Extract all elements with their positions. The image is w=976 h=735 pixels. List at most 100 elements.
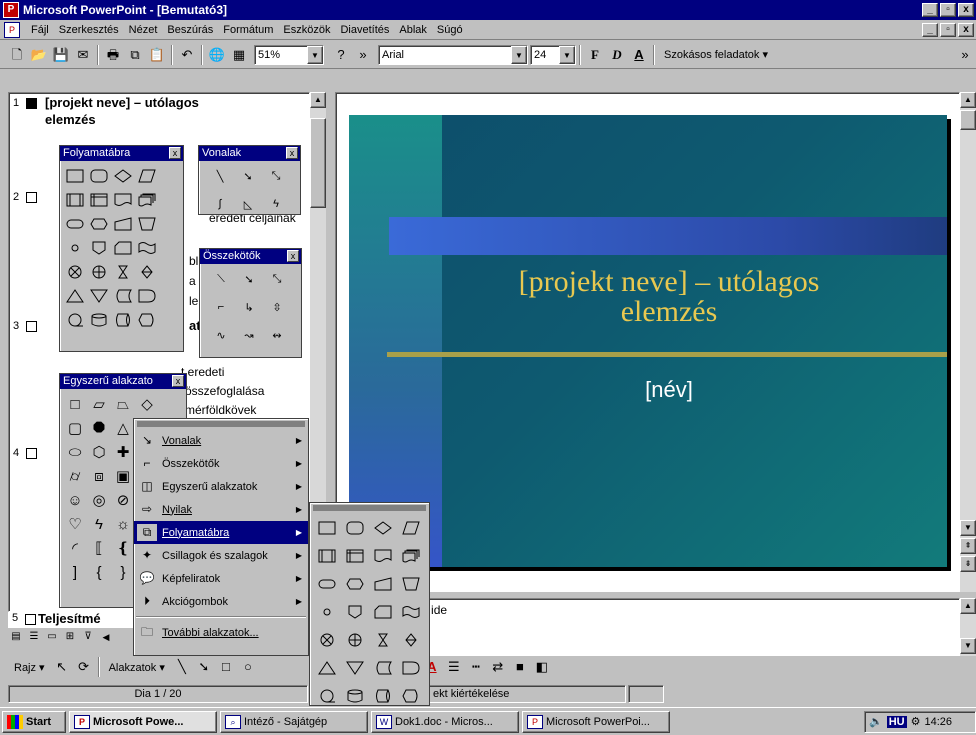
flow-internal-storage-icon[interactable] (344, 545, 366, 567)
flow-display-icon[interactable] (136, 309, 158, 331)
close-icon[interactable]: x (169, 147, 181, 159)
flow-collate-icon[interactable] (112, 261, 134, 283)
cube-icon[interactable]: ⧈ (88, 465, 110, 487)
maximize-button[interactable]: ▫ (940, 3, 956, 17)
slide-icon[interactable] (26, 448, 37, 459)
cross-icon[interactable]: ✚ (112, 441, 134, 463)
menu-view[interactable]: Nézet (124, 24, 163, 36)
flow-punched-tape-icon[interactable] (136, 237, 158, 259)
slide-icon[interactable] (26, 98, 37, 109)
arrow-tool-icon[interactable]: ➘ (193, 656, 215, 678)
flow-manual-input-icon[interactable] (112, 213, 134, 235)
flow-extract-icon[interactable] (316, 657, 338, 679)
flow-merge-icon[interactable] (88, 285, 110, 307)
sun-icon[interactable]: ☼ (112, 513, 134, 535)
oval-icon[interactable]: ⬭ (64, 441, 86, 463)
freeform-icon[interactable]: ◺ (237, 193, 259, 215)
menu-window[interactable]: Ablak (394, 24, 432, 36)
flow-connector-icon[interactable] (64, 237, 86, 259)
flow-internal-storage-icon[interactable] (88, 189, 110, 211)
elbow-connector-icon[interactable]: ⌐ (210, 296, 232, 318)
curved-double-arrow-connector-icon[interactable]: ↭ (266, 324, 288, 346)
minimize-button[interactable]: _ (922, 3, 938, 17)
palette-titlebar[interactable]: Vonalak x (199, 146, 300, 161)
font-combo[interactable]: Arial ▼ (378, 44, 528, 65)
scroll-down-icon[interactable]: ▼ (960, 638, 976, 654)
flow-sort-icon[interactable] (136, 261, 158, 283)
right-bracket-icon[interactable]: ] (64, 561, 86, 583)
palette-titlebar[interactable]: Folyamatábra x (60, 146, 183, 161)
scroll-thumb[interactable] (960, 110, 976, 130)
menu-item-lines[interactable]: ↘ Vonalak ▶ (134, 429, 308, 452)
slide-scrollbar[interactable]: ▲ ▼ ⇞ ⇟ (960, 92, 976, 592)
menu-item-flowchart[interactable]: ⧉ Folyamatábra ▶ (134, 521, 308, 544)
underline-button[interactable]: A (628, 44, 650, 66)
3d-icon[interactable]: ◧ (531, 656, 553, 678)
flow-terminator-icon[interactable] (316, 573, 338, 595)
flow-stored-data-icon[interactable] (112, 285, 134, 307)
flow-punched-tape-icon[interactable] (400, 601, 422, 623)
diamond-icon[interactable]: ◇ (136, 393, 158, 415)
flow-sort-icon[interactable] (400, 629, 422, 651)
arrow-style-icon[interactable]: ⇄ (487, 656, 509, 678)
lines-palette[interactable]: Vonalak x ╲ ➘ ⤡ ∫ ◺ ϟ (198, 145, 301, 215)
scroll-thumb[interactable] (310, 118, 326, 208)
close-icon[interactable]: x (287, 250, 299, 262)
flow-summing-junction-icon[interactable] (316, 629, 338, 651)
flow-magnetic-disk-icon[interactable] (344, 685, 366, 707)
trapezoid-icon[interactable]: ⏢ (112, 393, 134, 415)
slide-view-icon[interactable]: ▭ (44, 629, 60, 645)
menu-file[interactable]: Fájl (26, 24, 54, 36)
double-bracket-icon[interactable]: ⟦ (88, 537, 110, 559)
elbow-double-arrow-connector-icon[interactable]: ⇳ (266, 296, 288, 318)
flow-summing-junction-icon[interactable] (64, 261, 86, 283)
menu-tearoff-grip[interactable] (313, 505, 426, 511)
flow-card-icon[interactable] (112, 237, 134, 259)
curved-connector-icon[interactable]: ∿ (210, 324, 232, 346)
double-arrow-line-icon[interactable]: ⤡ (265, 165, 287, 187)
oval-tool-icon[interactable]: ○ (237, 656, 259, 678)
document-icon[interactable]: P (4, 21, 20, 38)
flow-display-icon[interactable] (400, 685, 422, 707)
flow-stored-data-icon[interactable] (372, 657, 394, 679)
flow-predefined-icon[interactable] (316, 545, 338, 567)
bold-button[interactable]: F (584, 44, 606, 66)
menu-format[interactable]: Formátum (218, 24, 278, 36)
line-icon[interactable]: ╲ (209, 165, 231, 187)
shadow-icon[interactable]: ■ (509, 656, 531, 678)
outline-slide-title[interactable]: elemzés (45, 112, 96, 127)
elbow-arrow-connector-icon[interactable]: ↳ (238, 296, 260, 318)
flow-magnetic-disk-icon[interactable] (88, 309, 110, 331)
scroll-up-icon[interactable]: ▲ (960, 598, 976, 614)
paste-icon[interactable]: 📋 (146, 44, 168, 66)
draw-menu-button[interactable]: Rajz ▾ (8, 661, 51, 674)
triangle-icon[interactable]: △ (112, 417, 134, 439)
chevron-down-icon[interactable]: ▼ (511, 45, 527, 64)
flow-multidocument-icon[interactable] (136, 189, 158, 211)
scroll-left-icon[interactable]: ◀ (98, 629, 114, 645)
flow-preparation-icon[interactable] (344, 573, 366, 595)
flow-alt-process-icon[interactable] (344, 517, 366, 539)
scroll-up-icon[interactable]: ▲ (310, 92, 326, 108)
flow-manual-operation-icon[interactable] (400, 573, 422, 595)
curved-arrow-connector-icon[interactable]: ↝ (238, 324, 260, 346)
straight-connector-icon[interactable]: ⟍ (210, 268, 232, 290)
parallelogram-icon[interactable]: ▱ (88, 393, 110, 415)
slide-canvas[interactable]: [projekt neve] – utólagos elemzés [név] (349, 115, 947, 567)
task-powerpoint-2[interactable]: P Microsoft PowerPoi... (522, 710, 670, 733)
more-buttons-icon[interactable]: » (954, 44, 976, 66)
menu-help[interactable]: Súgó (432, 24, 468, 36)
flow-direct-storage-icon[interactable] (372, 685, 394, 707)
language-indicator[interactable]: HU (886, 715, 907, 728)
doc-maximize-button[interactable]: ▫ (940, 22, 956, 37)
flow-connector-icon[interactable] (316, 601, 338, 623)
menu-item-callouts[interactable]: 💬 Képfeliratok ▶ (134, 567, 308, 590)
line-tool-icon[interactable]: ╲ (171, 656, 193, 678)
flow-data-icon[interactable] (136, 165, 158, 187)
common-tasks-button[interactable]: Szokásos feladatok ▾ (658, 48, 774, 61)
flow-terminator-icon[interactable] (64, 213, 86, 235)
double-brace-icon[interactable]: ❴ (112, 537, 134, 559)
connectors-palette[interactable]: Összekötők x ⟍ ➘ ⤡ ⌐ ↳ ⇳ ∿ ↝ ↭ (199, 248, 302, 358)
undo-icon[interactable]: ↶ (176, 44, 198, 66)
smiley-face-icon[interactable]: ☺ (64, 489, 86, 511)
